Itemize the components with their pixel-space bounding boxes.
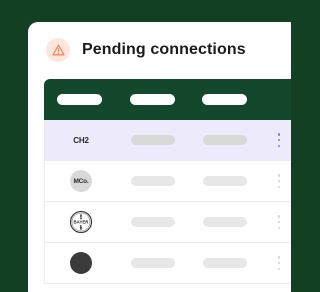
company-logo: MCo.	[69, 169, 93, 193]
table-header	[44, 79, 291, 120]
company-logo: BAYER B A E R	[69, 210, 93, 234]
table-row[interactable]: MCo.	[44, 161, 291, 202]
card-header: Pending connections	[46, 38, 246, 62]
warning-triangle-icon	[46, 38, 70, 62]
cell-placeholder	[203, 258, 247, 268]
table-row[interactable]: CH2	[44, 120, 291, 161]
table-row[interactable]: BAYER B A E R	[44, 202, 291, 243]
bayer-cross-logo: BAYER B A E R	[69, 210, 93, 234]
table-row[interactable]	[44, 243, 291, 284]
column-header-placeholder	[130, 94, 175, 105]
logo-text: MCo.	[73, 177, 89, 185]
cell-placeholder	[203, 135, 247, 145]
kebab-menu-icon[interactable]	[277, 256, 281, 270]
company-logo	[69, 251, 93, 275]
column-header-placeholder	[57, 94, 102, 105]
company-logo: CH2	[69, 128, 93, 152]
cell-placeholder	[203, 176, 247, 186]
cell-placeholder	[131, 217, 175, 227]
cell-placeholder	[131, 176, 175, 186]
connections-table: CH2 MCo. BAYER B A E R	[44, 79, 291, 284]
column-header-placeholder	[202, 94, 247, 105]
logo-badge	[70, 252, 92, 274]
cell-placeholder	[131, 135, 175, 145]
logo-badge: MCo.	[70, 170, 92, 192]
logo-text: CH2	[73, 135, 89, 145]
cell-placeholder	[131, 258, 175, 268]
kebab-menu-icon[interactable]	[277, 133, 281, 147]
svg-text:A: A	[80, 217, 83, 221]
svg-text:R: R	[80, 227, 83, 231]
cell-placeholder	[203, 217, 247, 227]
pending-connections-card: Pending connections CH2 MCo. BAYER B A E…	[28, 22, 291, 292]
kebab-menu-icon[interactable]	[277, 174, 281, 188]
card-title: Pending connections	[82, 41, 246, 58]
kebab-menu-icon[interactable]	[277, 215, 281, 229]
